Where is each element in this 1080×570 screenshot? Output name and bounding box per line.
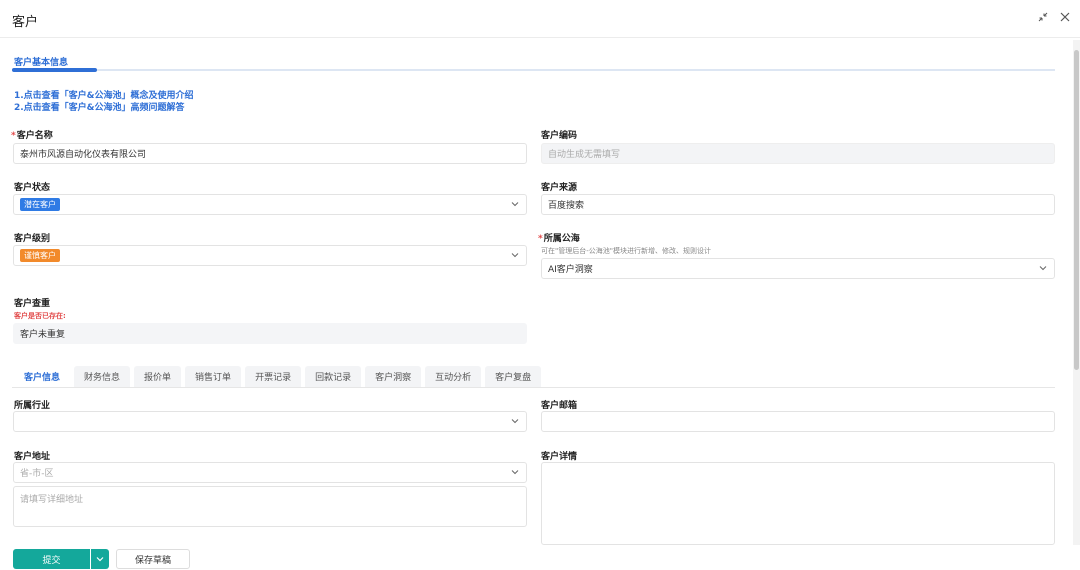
public-pool-label: *所属公海 (538, 234, 580, 244)
description-label: 客户详情 (541, 452, 578, 462)
tab-customer-insight[interactable]: 客户洞察 (365, 366, 422, 387)
address-detail-textarea[interactable]: 请填写详细地址 (13, 486, 527, 527)
dialog-header: 客户 (0, 0, 1080, 38)
customer-name-input[interactable]: 泰州市风源自动化仪表有限公司 (13, 143, 527, 164)
tab-customer-review[interactable]: 客户复盘 (485, 366, 542, 387)
chevron-down-icon (511, 202, 519, 207)
tab-payment-record[interactable]: 回款记录 (305, 366, 362, 387)
scrollbar-thumb[interactable] (1074, 50, 1079, 370)
chevron-down-icon (511, 419, 519, 424)
customer-name-label: *客户名称 (11, 131, 53, 141)
public-pool-hint: 可在"管理后台-公海池"模块进行新增、修改、规则设计 (541, 247, 711, 255)
public-pool-select[interactable]: AI客户洞察 (541, 258, 1055, 279)
tab-interaction-analysis[interactable]: 互动分析 (425, 366, 482, 387)
help-link-faq[interactable]: 2.点击查看「客户&公海池」高频问题解答 (14, 100, 185, 113)
status-tag: 潜在客户 (20, 198, 60, 211)
email-input[interactable] (541, 411, 1055, 432)
industry-label: 所属行业 (14, 401, 51, 411)
customer-level-select[interactable]: 谨慎客户 (13, 245, 527, 266)
address-label: 客户地址 (14, 452, 51, 462)
chevron-down-icon (96, 557, 104, 562)
duplicate-check-label: 客户查重 (14, 299, 51, 309)
chevron-down-icon (511, 470, 519, 475)
dialog-title: 客户 (12, 15, 39, 30)
collapse-arrows-icon[interactable] (1038, 12, 1048, 25)
close-icon[interactable] (1060, 12, 1070, 25)
address-region-select[interactable]: 省-市-区 (13, 462, 527, 483)
submit-button[interactable]: 提交 (13, 549, 90, 569)
tab-invoice-record[interactable]: 开票记录 (245, 366, 302, 387)
customer-code-label: 客户编码 (541, 131, 578, 141)
duplicate-check-warning: 客户是否已存在: (14, 312, 66, 320)
save-draft-button[interactable]: 保存草稿 (116, 549, 190, 569)
tab-finance-info[interactable]: 财务信息 (74, 366, 131, 387)
submit-dropdown-button[interactable] (91, 549, 109, 569)
customer-code-input: 自动生成无需填写 (541, 143, 1055, 164)
duplicate-check-result: 客户未重复 (13, 323, 527, 344)
tab-sales-order[interactable]: 销售订单 (185, 366, 242, 387)
tab-customer-info[interactable]: 客户信息 (14, 366, 71, 387)
customer-status-label: 客户状态 (14, 183, 51, 193)
email-label: 客户邮箱 (541, 401, 578, 411)
customer-source-input[interactable]: 百度搜索 (541, 194, 1055, 215)
customer-level-label: 客户级别 (14, 234, 51, 244)
section-active-indicator (12, 68, 97, 72)
level-tag: 谨慎客户 (20, 249, 60, 262)
scrollbar[interactable] (1073, 40, 1080, 545)
customer-source-label: 客户来源 (541, 183, 578, 193)
detail-tabs: 客户信息 财务信息 报价单 销售订单 开票记录 回款记录 客户洞察 互动分析 客… (14, 366, 542, 387)
chevron-down-icon (1039, 266, 1047, 271)
customer-status-select[interactable]: 潜在客户 (13, 194, 527, 215)
section-tab-basic-info[interactable]: 客户基本信息 (14, 55, 68, 68)
tabs-divider (12, 387, 1055, 388)
section-underline (12, 68, 1055, 72)
tab-quotation[interactable]: 报价单 (134, 366, 182, 387)
industry-select[interactable] (13, 411, 527, 432)
description-textarea[interactable] (541, 462, 1055, 545)
chevron-down-icon (511, 253, 519, 258)
